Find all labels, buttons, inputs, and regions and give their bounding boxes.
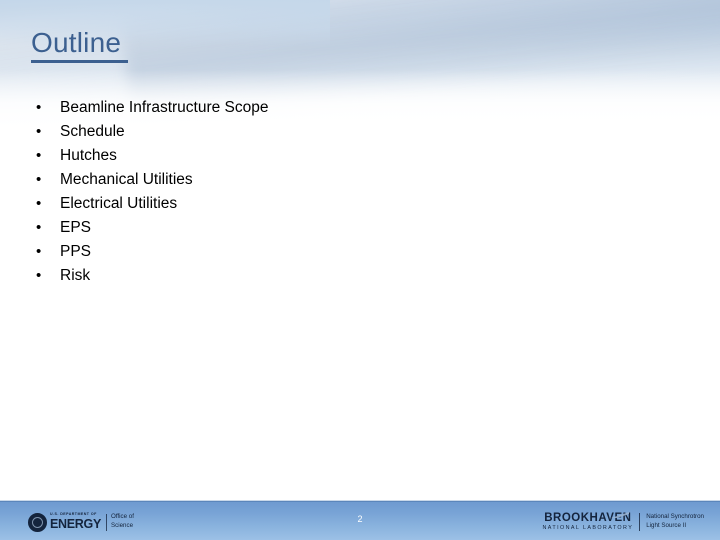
outline-list: • Beamline Infrastructure Scope • Schedu…: [31, 96, 651, 288]
bnl-logo-divider: [639, 513, 641, 531]
list-item-label: Schedule: [60, 123, 125, 140]
title-block: Outline: [31, 27, 128, 64]
list-item-label: Hutches: [60, 147, 117, 164]
list-item-label: PPS: [60, 243, 92, 260]
bullet-icon: •: [36, 171, 42, 188]
list-item: • Hutches: [31, 144, 651, 168]
list-item-label: Risk: [60, 267, 91, 284]
list-item: • EPS: [31, 216, 651, 240]
bullet-icon: •: [36, 99, 42, 116]
bullet-icon: •: [36, 267, 42, 284]
slide: Outline • Beamline Infrastructure Scope …: [0, 0, 720, 540]
bullet-icon: •: [36, 219, 42, 236]
bnl-lab-subtitle: NATIONAL LABORATORY: [542, 524, 634, 531]
nsls-line1: National Synchrotron: [646, 513, 704, 521]
bullet-icon: •: [36, 195, 42, 212]
list-item-label: Mechanical Utilities: [60, 171, 193, 188]
list-item: • PPS: [31, 240, 651, 264]
nsls-block: National Synchrotron Light Source II: [646, 513, 704, 531]
brookhaven-logo: BROOKHAVEN NATIONAL LABORATORY National …: [542, 510, 704, 534]
list-item-label: Electrical Utilities: [60, 195, 178, 212]
list-item-label: EPS: [60, 219, 92, 236]
list-item-label: Beamline Infrastructure Scope: [60, 99, 269, 116]
list-item: • Schedule: [31, 120, 651, 144]
page-title: Outline: [31, 27, 122, 58]
bullet-icon: •: [36, 123, 42, 140]
bnl-lab-name: BROOKHAVEN: [544, 511, 632, 524]
title-underline: [31, 60, 128, 64]
nsls-line2: Light Source II: [646, 522, 687, 529]
bnl-wordmark: BROOKHAVEN NATIONAL LABORATORY: [542, 511, 634, 531]
list-item: • Risk: [31, 264, 651, 288]
slide-footer: U.S. DEPARTMENT OF ENERGY Office of Scie…: [0, 501, 720, 540]
list-item: • Electrical Utilities: [31, 192, 651, 216]
bullet-icon: •: [36, 147, 42, 164]
list-item: • Beamline Infrastructure Scope: [31, 96, 651, 120]
bullet-icon: •: [36, 243, 42, 260]
list-item: • Mechanical Utilities: [31, 168, 651, 192]
